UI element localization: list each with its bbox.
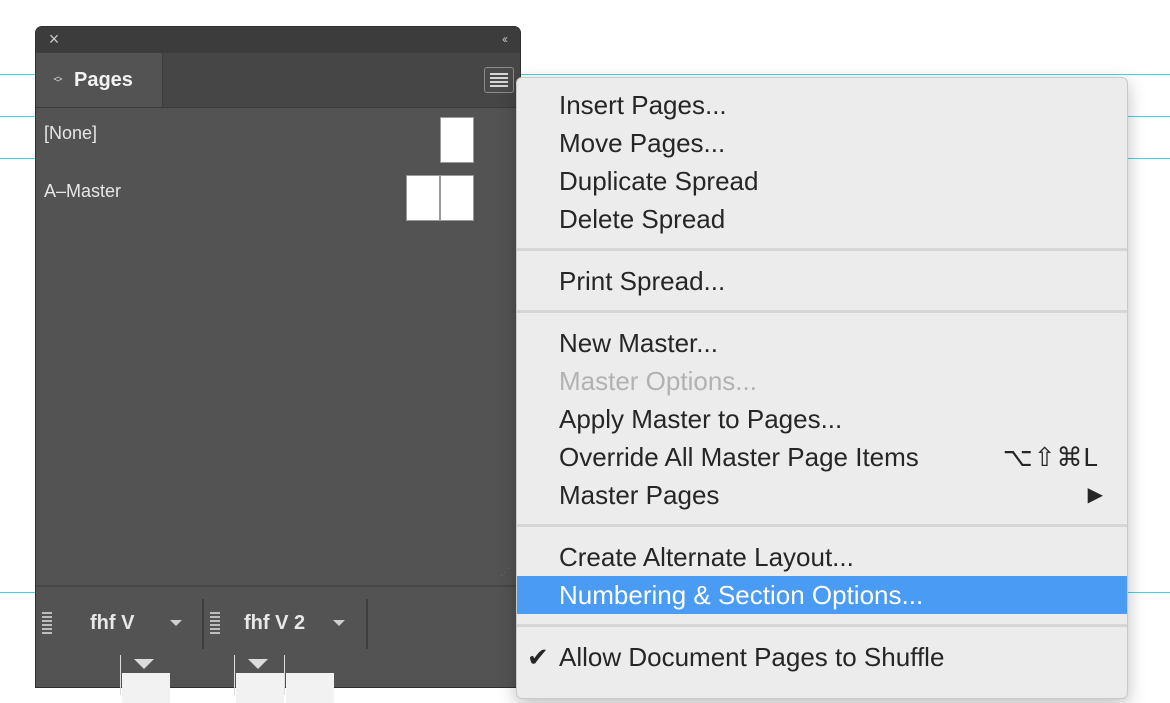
page-marker-icon: [248, 659, 268, 669]
menu-item-label: Create Alternate Layout...: [559, 542, 854, 572]
menu-item-label: Insert Pages...: [559, 90, 727, 120]
menu-item-label: Allow Document Pages to Shuffle: [559, 642, 945, 672]
document-label: fhf V 2: [244, 611, 306, 634]
master-label: [None]: [44, 123, 98, 143]
menu-item-label: Print Spread...: [559, 266, 726, 296]
dropdown-arrow-icon[interactable]: [333, 620, 346, 626]
menu-item-create-alternate-layout[interactable]: Create Alternate Layout...: [517, 538, 1127, 576]
menu-item-print-spread[interactable]: Print Spread...: [517, 262, 1127, 300]
page-thumbnail[interactable]: [236, 673, 284, 703]
menu-item-new-master[interactable]: New Master...: [517, 324, 1127, 362]
menu-separator: [517, 248, 1127, 251]
menu-item-label: Numbering & Section Options...: [559, 580, 924, 610]
menu-item-override-master-items[interactable]: Override All Master Page Items ⌥⇧⌘L: [517, 438, 1127, 476]
tab-pages-label: Pages: [74, 68, 133, 91]
menu-item-label: Delete Spread: [559, 204, 726, 234]
master-page-thumbnail-right[interactable]: [440, 175, 474, 221]
page-boundary: [120, 655, 121, 695]
panel-titlebar[interactable]: × ‹‹: [36, 27, 520, 53]
chevron-updown-icon: ︿ ﹀: [53, 71, 63, 88]
menu-item-apply-master[interactable]: Apply Master to Pages...: [517, 400, 1127, 438]
masters-scrollbar[interactable]: [506, 117, 514, 567]
menu-separator: [517, 524, 1127, 527]
master-page-thumbnail[interactable]: [440, 117, 474, 163]
close-icon[interactable]: ×: [46, 30, 62, 48]
menu-item-move-pages[interactable]: Move Pages...: [517, 124, 1127, 162]
hamburger-menu-icon: [490, 73, 508, 75]
page-thumbnail[interactable]: [122, 673, 170, 703]
menu-item-master-options: Master Options...: [517, 362, 1127, 400]
menu-item-insert-pages[interactable]: Insert Pages...: [517, 86, 1127, 124]
master-item-none[interactable]: [None]: [36, 115, 480, 165]
menu-item-numbering-section-options[interactable]: Numbering & Section Options...: [517, 576, 1127, 614]
menu-item-label: Override All Master Page Items: [559, 442, 919, 472]
document-label: fhf V: [90, 611, 135, 634]
menu-item-delete-spread[interactable]: Delete Spread: [517, 200, 1127, 238]
page-marker-icon: [134, 659, 154, 669]
checkmark-icon: ✔: [527, 642, 549, 672]
menu-item-allow-pages-shuffle[interactable]: ✔ Allow Document Pages to Shuffle: [517, 638, 1127, 676]
menu-item-label: Move Pages...: [559, 128, 726, 158]
grip-icon: [210, 612, 220, 634]
page-boundary: [284, 655, 285, 695]
resize-grip-icon[interactable]: ⋰: [500, 567, 510, 578]
panel-menu-button[interactable]: [484, 67, 514, 93]
pages-panel: × ‹‹ ︿ ﹀ Pages [None] A–Master ⋰ fhf V fh…: [36, 27, 520, 703]
panel-tabbar: ︿ ﹀ Pages: [36, 53, 520, 108]
menu-item-master-pages[interactable]: Master Pages ▶: [517, 476, 1127, 514]
menu-item-label: Duplicate Spread: [559, 166, 759, 196]
menu-separator: [517, 310, 1127, 313]
menu-item-label: Apply Master to Pages...: [559, 404, 843, 434]
tab-pages[interactable]: ︿ ﹀ Pages: [36, 53, 163, 107]
menu-item-duplicate-spread[interactable]: Duplicate Spread: [517, 162, 1127, 200]
selector-divider: [366, 599, 368, 649]
document-selector-1[interactable]: fhf V: [36, 599, 202, 647]
grip-icon: [42, 612, 52, 634]
menu-item-label: Master Pages: [559, 480, 720, 510]
document-pages-strip: [36, 655, 520, 703]
page-thumbnail[interactable]: [286, 673, 334, 703]
keyboard-shortcut: ⌥⇧⌘L: [1002, 442, 1099, 472]
triangle-right-icon: ▶: [1087, 484, 1103, 506]
document-bar: fhf V fhf V 2: [36, 591, 520, 655]
document-selector-2[interactable]: fhf V 2: [204, 599, 366, 647]
menu-item-label: Master Options...: [559, 366, 757, 396]
panel-context-menu: Insert Pages... Move Pages... Duplicate …: [516, 77, 1128, 699]
double-chevron-left-icon[interactable]: ‹‹: [502, 33, 508, 45]
master-item-a-master[interactable]: A–Master: [36, 173, 480, 223]
menu-item-label: New Master...: [559, 328, 718, 358]
panel-splitter[interactable]: [36, 585, 520, 587]
page-boundary: [234, 655, 235, 695]
menu-separator: [517, 624, 1127, 627]
master-label: A–Master: [44, 181, 122, 201]
dropdown-arrow-icon[interactable]: [170, 620, 183, 626]
master-page-thumbnail-left[interactable]: [406, 175, 440, 221]
